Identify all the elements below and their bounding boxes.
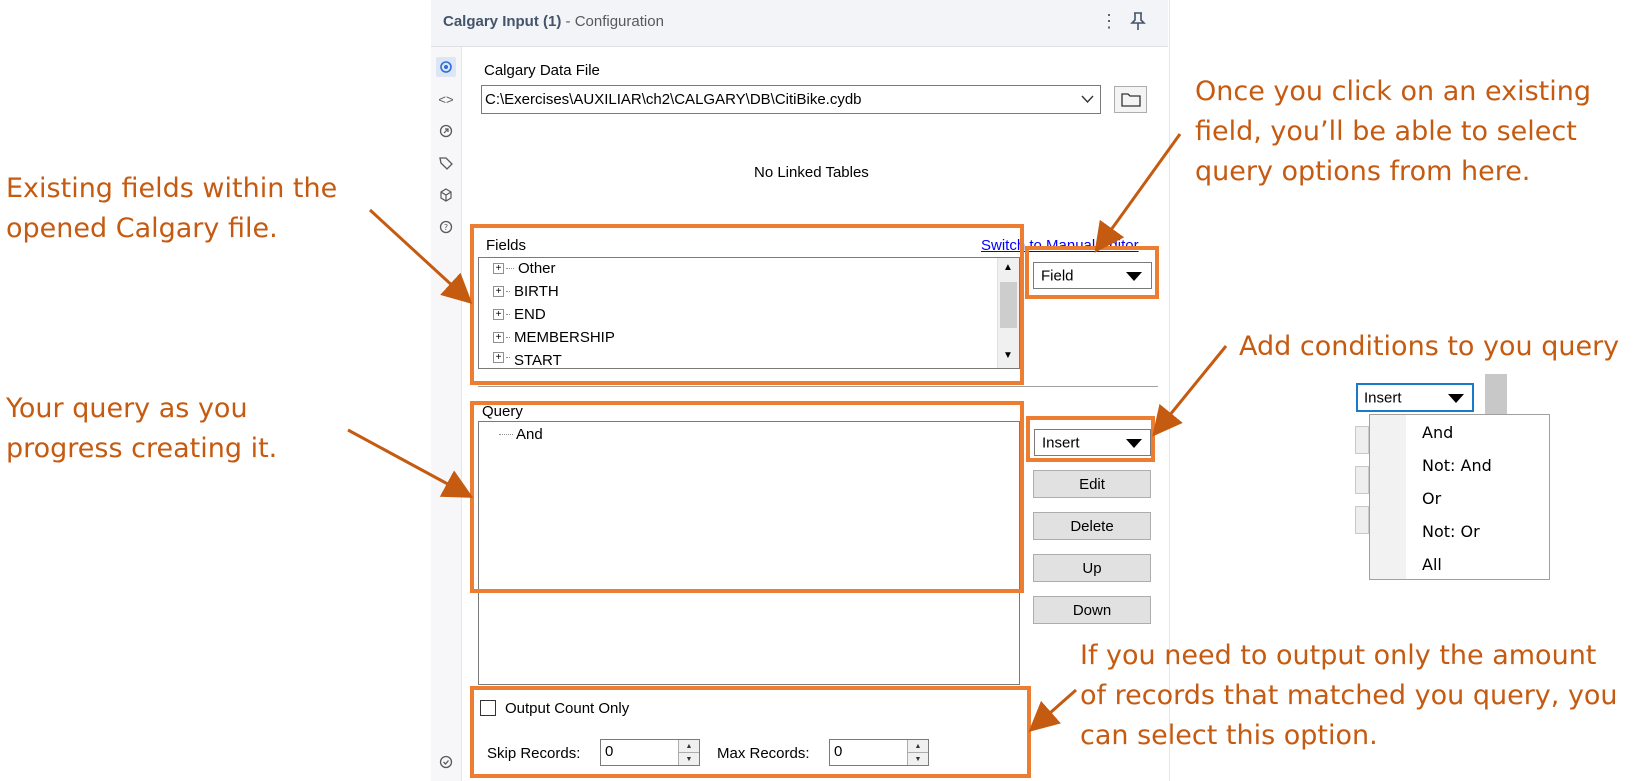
- arrow-to-fields: [368, 208, 473, 305]
- annotation-arrows: [347, 133, 1228, 732]
- arrow-to-field-dropdown: [1094, 133, 1182, 253]
- arrow-to-output-options: [1028, 688, 1077, 732]
- arrow-to-insert-dropdown: [1152, 345, 1228, 437]
- arrow-to-query: [347, 428, 474, 498]
